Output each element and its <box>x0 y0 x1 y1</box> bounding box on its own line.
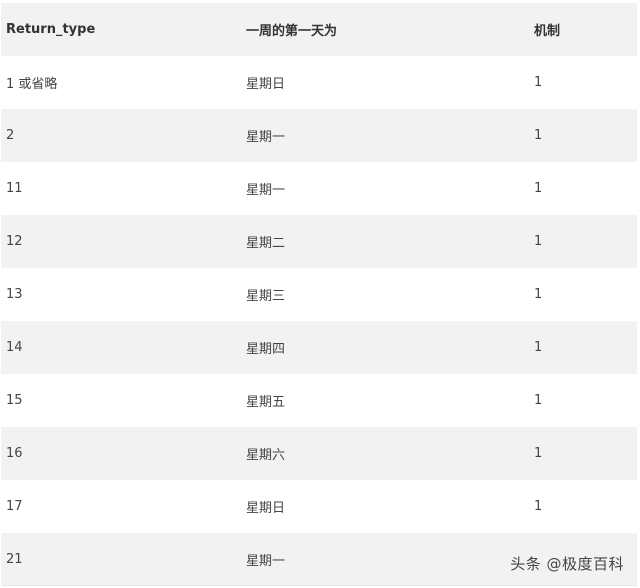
cell-return-type: 16 <box>6 446 23 461</box>
cell-return-type: 2 <box>6 128 15 143</box>
return-type-table-container: Return_type 一周的第一天为 机制 1 或省略 星期日 1 2 星期一… <box>1 3 637 586</box>
cell-return-type: 14 <box>6 340 23 355</box>
cell-first-day: 星期日 <box>246 501 286 516</box>
cell-first-day: 星期一 <box>246 130 286 145</box>
watermark: 头条 @极度百科 <box>510 555 624 573</box>
cell-return-type: 13 <box>6 287 23 302</box>
cell-mechanism: 1 <box>534 181 543 196</box>
cell-return-type: 1 或省略 <box>6 77 58 92</box>
table-row: 11 星期一 1 <box>1 162 637 215</box>
header-return-type: Return_type <box>6 22 96 37</box>
cell-first-day: 星期五 <box>246 395 286 410</box>
table-bottom-divider <box>1 585 637 586</box>
cell-first-day: 星期四 <box>246 342 286 357</box>
cell-return-type: 21 <box>6 552 23 567</box>
table-row: 14 星期四 1 <box>1 321 637 374</box>
cell-mechanism: 1 <box>534 393 543 408</box>
cell-first-day: 星期六 <box>246 448 286 463</box>
cell-first-day: 星期一 <box>246 183 286 198</box>
cell-mechanism: 1 <box>534 75 543 90</box>
header-row: Return_type 一周的第一天为 机制 <box>1 3 637 56</box>
cell-first-day: 星期三 <box>246 289 286 304</box>
table-row: 2 星期一 1 <box>1 109 637 162</box>
table-body: 1 或省略 星期日 1 2 星期一 1 11 星期一 1 12 星期二 1 13 <box>1 56 637 586</box>
cell-mechanism: 1 <box>534 128 543 143</box>
table-row: 1 或省略 星期日 1 <box>1 56 637 109</box>
cell-return-type: 17 <box>6 499 23 514</box>
cell-first-day: 星期一 <box>246 554 286 569</box>
table-row: 13 星期三 1 <box>1 268 637 321</box>
cell-mechanism: 1 <box>534 499 543 514</box>
cell-mechanism: 1 <box>534 446 543 461</box>
cell-return-type: 12 <box>6 234 23 249</box>
header-first-day-of-week: 一周的第一天为 <box>246 24 338 39</box>
return-type-table: Return_type 一周的第一天为 机制 1 或省略 星期日 1 2 星期一… <box>1 3 637 586</box>
cell-first-day: 星期二 <box>246 236 286 251</box>
table-row: 17 星期日 1 <box>1 480 637 533</box>
table-row: 12 星期二 1 <box>1 215 637 268</box>
cell-mechanism: 1 <box>534 287 543 302</box>
table-row: 15 星期五 1 <box>1 374 637 427</box>
cell-first-day: 星期日 <box>246 77 286 92</box>
cell-mechanism: 1 <box>534 234 543 249</box>
cell-return-type: 15 <box>6 393 23 408</box>
table-header: Return_type 一周的第一天为 机制 <box>1 3 637 56</box>
cell-return-type: 11 <box>6 181 23 196</box>
cell-mechanism: 1 <box>534 340 543 355</box>
header-mechanism: 机制 <box>534 24 561 39</box>
table-row: 16 星期六 1 <box>1 427 637 480</box>
